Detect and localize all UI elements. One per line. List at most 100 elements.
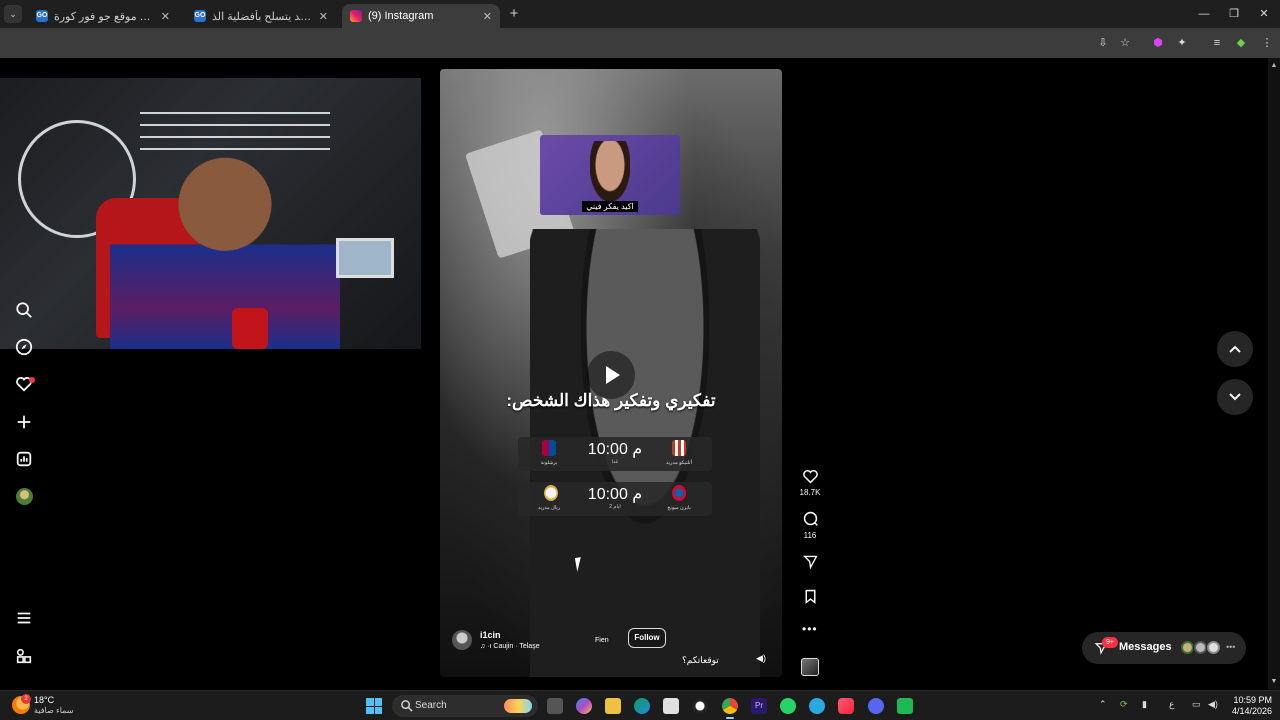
more-options-icon[interactable]: ••• [802,622,818,636]
page-scrollbar[interactable]: ▲ ▼ [1268,58,1280,690]
close-tab-icon[interactable]: ✕ [161,10,170,23]
whatsapp-icon[interactable] [780,698,796,714]
notification-dot [29,377,35,383]
reel-overlay-text: تفكيري وتفكير هذاك الشخص: [506,391,716,410]
tab-search-chevron-icon[interactable]: ⌄ [4,5,22,23]
match-time: 10:00 م [587,441,643,458]
windows-taskbar: 2 18°C سماء صافية Search Pr ⌃ ⟳ ▮ ع ▭ ◀)… [0,690,1280,720]
copilot-icon[interactable] [576,698,592,714]
shield-extension-icon[interactable]: ⬢ [1150,35,1166,51]
extensions-puzzle-icon[interactable]: ✦ [1174,35,1190,51]
install-app-icon[interactable]: ⇩ [1095,35,1111,51]
tab-instagram[interactable]: (9) Instagram ✕ [342,4,500,28]
next-reel-chevron-down-icon[interactable] [1217,379,1253,415]
close-tab-icon[interactable]: ✕ [319,10,328,23]
clock-date[interactable]: 4/14/2026 [1228,706,1272,716]
reading-list-icon[interactable]: ≡ [1209,35,1225,51]
messages-label: Messages [1119,641,1172,653]
explore-compass-icon[interactable] [14,338,34,358]
browser-toolbar: ⇩ ☆ ⬢ ✦ ≡ ◆ ⋮ [0,28,1280,58]
messages-more-icon: ••• [1226,642,1236,652]
search-icon[interactable] [14,301,34,321]
streamer [110,148,340,349]
dashboard-chart-icon[interactable] [14,450,34,470]
wall-lines-graphic [140,112,330,114]
away-team: أتلتيكو مدريد [666,460,692,466]
previous-reel-chevron-up-icon[interactable] [1217,331,1253,367]
minimize-icon[interactable]: — [1191,4,1217,24]
follow-button[interactable]: Follow [628,628,666,648]
scroll-up-arrow-icon[interactable]: ▲ [1270,62,1278,69]
tray-network-icon[interactable]: ▭ [1192,699,1201,710]
tray-sync-icon[interactable]: ⟳ [1120,699,1128,710]
tray-overflow-chevron-icon[interactable]: ⌃ [1099,699,1107,710]
maximize-icon[interactable]: ❐ [1221,4,1247,24]
tray-mic-icon[interactable]: ▮ [1142,699,1147,710]
audio-thumbnail[interactable] [801,658,819,676]
author-avatar[interactable] [452,630,472,650]
instagram-favicon-icon [350,10,362,22]
edge-icon[interactable] [634,698,650,714]
messages-badge: 9+ [1102,637,1118,648]
discord-icon[interactable] [868,698,884,714]
music-icon[interactable] [838,698,854,714]
scroll-down-arrow-icon[interactable]: ▼ [1270,678,1278,685]
share-send-icon[interactable] [800,553,820,575]
messenger-app-icon[interactable] [809,698,825,714]
tray-language[interactable]: ع [1169,699,1174,710]
search-icon [401,700,413,712]
author-username[interactable]: i1cin [480,630,501,640]
instagram-page: اكيد يفكر فيني تفكيري وتفكير هذاك الشخص:… [0,58,1280,690]
like-heart-icon[interactable] [800,468,820,490]
messages-pill[interactable]: 9+ Messages [1082,632,1246,664]
profile-extension-icon[interactable]: ◆ [1233,35,1249,51]
weather-description[interactable]: سماء صافية [34,706,74,715]
clock-time[interactable]: 10:59 PM [1228,695,1272,705]
file-explorer-icon[interactable] [605,698,621,714]
browser-menu-icon[interactable]: ⋮ [1259,35,1275,51]
meme-character [590,141,630,201]
tab-title: (9) Instagram [368,10,434,22]
taskbar-search[interactable]: Search [392,695,538,717]
premiere-pro-icon[interactable]: Pr [751,698,767,714]
windows-start-icon[interactable] [366,698,382,714]
match-card-barca-atletico: 10:00 م غدا برشلونة أتلتيكو مدريد [518,437,712,471]
comment-count: 116 [803,531,817,540]
home-team: برشلونة [540,460,558,466]
new-tab-plus-icon[interactable]: + [505,5,523,23]
save-bookmark-icon[interactable] [800,588,820,610]
close-window-icon[interactable]: ✕ [1251,4,1277,24]
go-favicon-icon: GO [36,10,48,22]
close-tab-icon[interactable]: ✕ [483,10,492,23]
go-favicon-icon: GO [194,10,206,22]
mouse-cursor-icon [574,556,590,572]
weather-alert-badge: 2 [21,694,31,704]
chrome-icon[interactable] [722,698,738,719]
screen: ⌄ GO موقع جو فور كورة – Ar ✕ GO أتلتيكو … [0,0,1280,720]
meme-caption: اكيد يفكر فيني [540,201,680,212]
store-icon[interactable] [663,698,679,714]
webcam-overlay [0,78,421,349]
match-card-real-bayern: 10:00 م 2 ايام ريال مدريد بايرن ميونخ [518,482,712,516]
home-team: ريال مدريد [537,505,561,511]
microphone [232,308,268,349]
create-plus-icon[interactable] [14,413,34,433]
bookmark-star-icon[interactable]: ☆ [1117,35,1133,51]
tray-volume-icon[interactable]: ◀) [1208,699,1218,710]
tab-atletico-article[interactable]: GO أتلتيكو مدريد يتسلح بأفضلية الذ ✕ [186,4,336,28]
more-menu-icon[interactable] [14,609,34,629]
mute-speaker-icon[interactable]: ◀) [754,651,768,665]
collab-label: Fien [595,637,609,644]
task-view-icon[interactable] [547,698,563,714]
profile-avatar[interactable] [16,488,33,505]
reel-video[interactable]: اكيد يفكر فيني تفكيري وتفكير هذاك الشخص:… [440,69,782,677]
meme-sticker: اكيد يفكر فيني [540,135,680,215]
reel-audio-track[interactable]: ♫ ·ı Caujin · Telaşe [480,643,540,650]
also-from-meta-icon[interactable] [14,647,34,667]
weather-temperature[interactable]: 18°C [34,695,54,705]
comment-bubble-icon[interactable] [800,510,820,532]
app-icon[interactable] [692,698,708,714]
app-green-icon[interactable] [897,698,913,714]
tab-gofourkora[interactable]: GO موقع جو فور كورة – Ar ✕ [28,4,178,28]
search-placeholder: Search [415,700,447,711]
